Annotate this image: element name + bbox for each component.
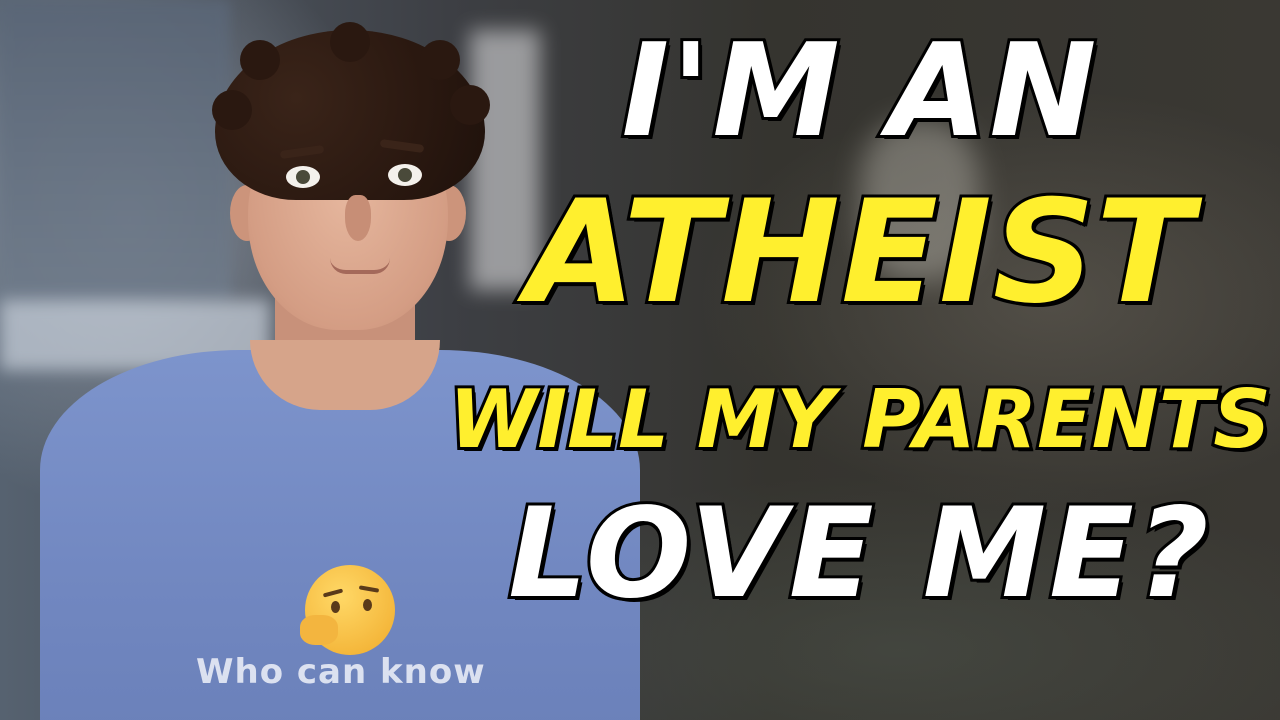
- emoji-brow: [358, 585, 380, 593]
- right-eye: [388, 164, 422, 186]
- hair-curl: [330, 22, 370, 62]
- headline: I'M AN ATHEIST WILL MY PARENTS LOVE ME?: [440, 0, 1280, 720]
- emoji-eye: [363, 599, 372, 611]
- emoji-brow: [322, 588, 344, 598]
- emoji-eye: [331, 601, 340, 613]
- left-eye: [286, 166, 320, 188]
- headline-line-1: I'M AN: [619, 17, 1100, 166]
- hair-curl: [240, 40, 280, 80]
- headline-line-4: LOVE ME?: [505, 482, 1212, 626]
- hair-curl: [212, 90, 252, 130]
- thumbnail: Who can know I'M AN ATHEIST WILL MY PARE…: [0, 0, 1280, 720]
- headline-line-3: WILL MY PARENTS: [446, 373, 1274, 466]
- right-pupil: [398, 168, 412, 182]
- headline-line-2: ATHEIST: [523, 170, 1196, 335]
- nose: [345, 195, 371, 241]
- emoji-hand: [300, 615, 338, 645]
- mouth: [330, 258, 390, 274]
- left-pupil: [296, 170, 310, 184]
